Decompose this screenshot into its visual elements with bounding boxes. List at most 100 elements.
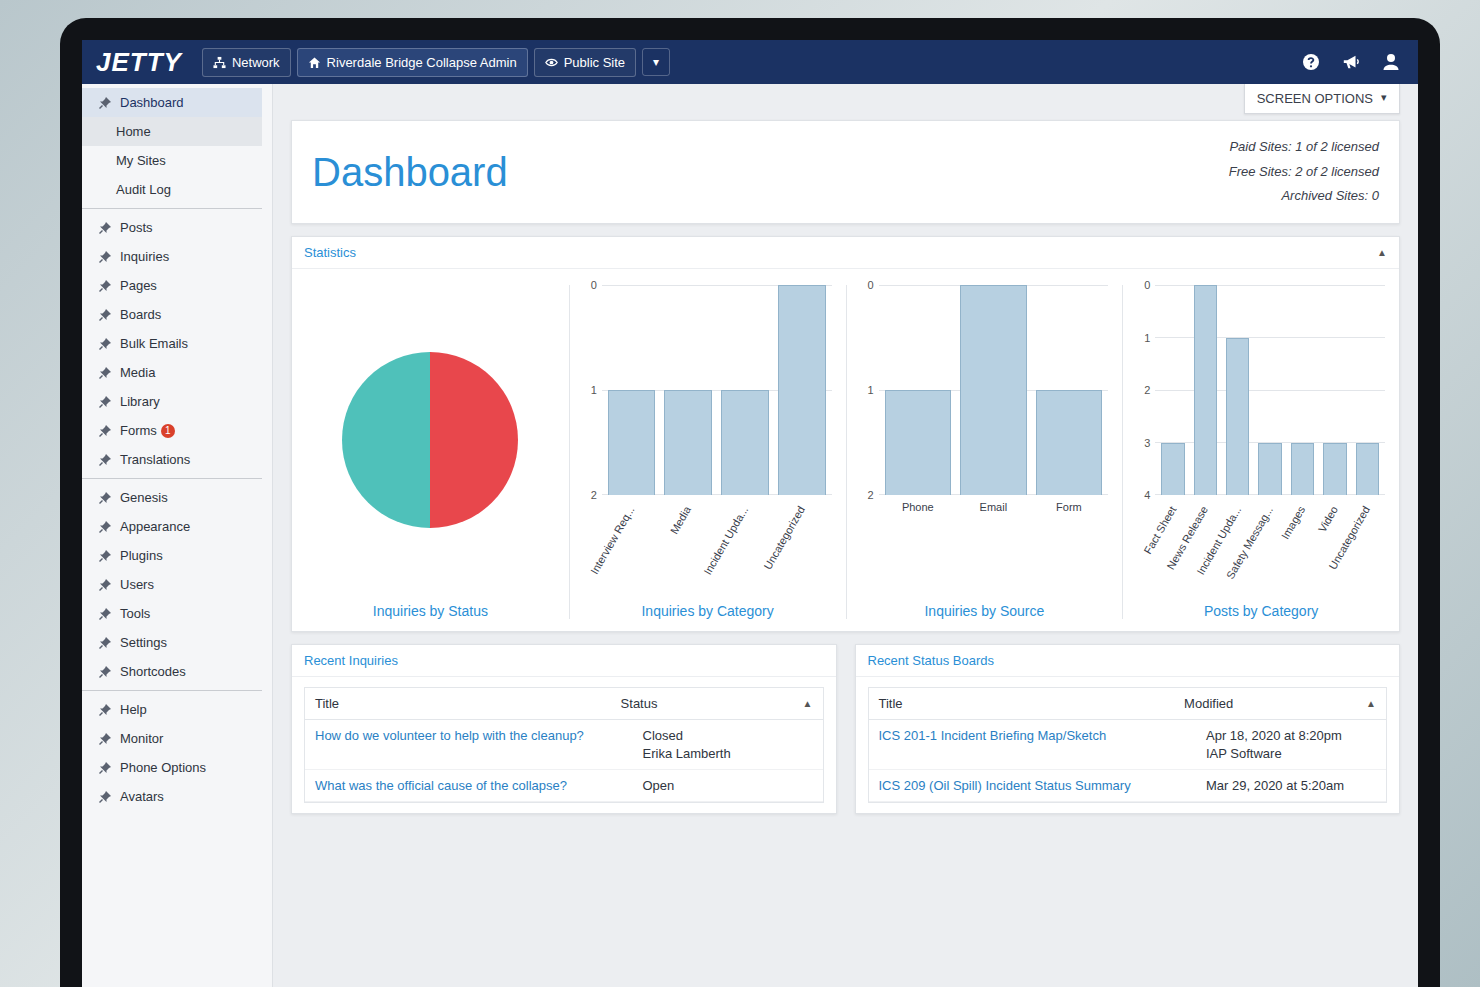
gridline (1155, 285, 1385, 286)
license-line: Paid Sites: 1 of 2 licensed (1229, 135, 1379, 160)
sidebar-item[interactable]: Forms1 (82, 416, 262, 445)
photo-background: JETTY NetworkRiverdale Bridge Collapse Ad… (0, 0, 1480, 987)
sidebar-item[interactable]: Translations (82, 445, 262, 474)
y-axis: 210 (584, 285, 602, 495)
chart-title: Inquiries by Status (373, 595, 488, 619)
pin-icon (98, 607, 112, 621)
bar-chart: 210 Interview Req... Media Incident Upda...… (584, 285, 832, 595)
collapse-button[interactable]: ▲ (1366, 698, 1376, 709)
y-axis: 43210 (1137, 285, 1155, 495)
inquiry-link[interactable]: What was the official cause of the colla… (315, 778, 631, 793)
bar[interactable] (1323, 443, 1346, 496)
table-header: TitleModified▲ (869, 688, 1387, 720)
table-row[interactable]: ICS 209 (Oil Spill) Incident Status Summ… (869, 770, 1387, 802)
x-label: Incident Upda... (701, 504, 750, 577)
recent-inquiries-panel: Recent InquiriesTitleStatus▲How do we vo… (291, 644, 837, 814)
sidebar-item[interactable]: Pages (82, 271, 262, 300)
pie-slice[interactable] (430, 352, 518, 528)
table-row[interactable]: ICS 201-1 Incident Briefing Map/SketchAp… (869, 720, 1387, 770)
bar[interactable] (1226, 338, 1249, 496)
bottom-panels: Recent InquiriesTitleStatus▲How do we vo… (291, 644, 1400, 814)
pin-icon (98, 221, 112, 235)
x-label: Interview Req... (588, 504, 637, 576)
table-row[interactable]: How do we volunteer to help with the cle… (305, 720, 823, 770)
inquiry-link[interactable]: How do we volunteer to help with the cle… (315, 728, 631, 743)
table-row[interactable]: What was the official cause of the colla… (305, 770, 823, 802)
pin-icon (98, 308, 112, 322)
plot-area (879, 285, 1109, 495)
sidebar-item[interactable]: My Sites (82, 146, 262, 175)
sidebar-item[interactable]: Monitor (82, 724, 262, 753)
license-line: Free Sites: 2 of 2 licensed (1229, 160, 1379, 185)
sidebar-item[interactable]: Tools (82, 599, 262, 628)
top-link[interactable]: Public Site (534, 48, 636, 77)
collapse-button[interactable]: ▲ (803, 698, 813, 709)
sidebar-item[interactable]: Genesis (82, 483, 262, 512)
page-title: Dashboard (312, 150, 508, 195)
sidebar-item[interactable]: Avatars (82, 782, 262, 811)
x-label: Media (668, 504, 693, 536)
sidebar-item[interactable]: Media (82, 358, 262, 387)
sidebar-item[interactable]: Inquiries (82, 242, 262, 271)
bar[interactable] (721, 390, 769, 495)
sidebar-item[interactable]: Plugins (82, 541, 262, 570)
sidebar-item[interactable]: Home (82, 117, 262, 146)
board-link[interactable]: ICS 201-1 Incident Briefing Map/Sketch (879, 728, 1195, 743)
bar[interactable] (1036, 390, 1103, 495)
sidebar-item[interactable]: Posts (82, 213, 262, 242)
pin-icon (98, 96, 112, 110)
bar[interactable] (1356, 443, 1379, 496)
sidebar-item[interactable]: Bulk Emails (82, 329, 262, 358)
sidebar-item[interactable]: Audit Log (82, 175, 262, 204)
sidebar-group: GenesisAppearancePluginsUsersToolsSettin… (82, 483, 262, 691)
x-axis: Interview Req...MediaIncident Upda...Unc… (602, 495, 832, 595)
sitemap-icon (213, 56, 226, 69)
pin-icon (98, 250, 112, 264)
bar[interactable] (1161, 443, 1184, 496)
bar[interactable] (885, 390, 952, 495)
sidebar-item[interactable]: Users (82, 570, 262, 599)
plot-area (1155, 285, 1385, 495)
logo[interactable]: JETTY (96, 47, 188, 78)
pin-icon (98, 491, 112, 505)
screen-options-button[interactable]: SCREEN OPTIONS▾ (1244, 84, 1400, 114)
help-icon[interactable] (1302, 53, 1320, 71)
bar[interactable] (664, 390, 712, 495)
pin-icon (98, 578, 112, 592)
license-line: Archived Sites: 0 (1229, 184, 1379, 209)
top-link[interactable]: Network (202, 48, 291, 77)
app-body: DashboardHomeMy SitesAudit LogPostsInqui… (82, 84, 1418, 987)
top-link[interactable]: Riverdale Bridge Collapse Admin (297, 48, 528, 77)
sidebar-item[interactable]: Shortcodes (82, 657, 262, 686)
bar[interactable] (608, 390, 656, 495)
board-link[interactable]: ICS 209 (Oil Spill) Incident Status Summ… (879, 778, 1195, 793)
bar[interactable] (1194, 285, 1217, 495)
main-content: SCREEN OPTIONS▾ Dashboard Paid Sites: 1 of… (273, 84, 1418, 987)
statistics-panel: Statistics▲Inquiries by Status210Intervi… (291, 236, 1400, 632)
chart: 43210Fact SheetNews ReleaseIncident Upda… (1122, 285, 1399, 619)
pin-icon (98, 366, 112, 380)
sidebar-group: DashboardHomeMy SitesAudit Log (82, 88, 262, 209)
sidebar-item[interactable]: Settings (82, 628, 262, 657)
bar[interactable] (778, 285, 826, 495)
pin-icon (98, 453, 112, 467)
sidebar-item[interactable]: Phone Options (82, 753, 262, 782)
laptop-bezel: JETTY NetworkRiverdale Bridge Collapse Ad… (60, 18, 1440, 987)
megaphone-icon[interactable] (1342, 53, 1360, 71)
bar[interactable] (1258, 443, 1281, 496)
sidebar-item[interactable]: Library (82, 387, 262, 416)
sidebar-item[interactable]: Help (82, 695, 262, 724)
collapse-button[interactable]: ▲ (1377, 247, 1387, 258)
x-label: Uncategorized (761, 504, 807, 571)
sidebar-item[interactable]: Boards (82, 300, 262, 329)
user-icon[interactable] (1382, 53, 1400, 71)
pin-icon (98, 424, 112, 438)
top-icons (1302, 53, 1400, 71)
sidebar-item[interactable]: Appearance (82, 512, 262, 541)
bar[interactable] (960, 285, 1027, 495)
bar[interactable] (1291, 443, 1314, 496)
pin-icon (98, 395, 112, 409)
pie-slice[interactable] (342, 352, 430, 528)
sites-dropdown[interactable]: ▾ (642, 48, 670, 76)
sidebar-item[interactable]: Dashboard (82, 88, 262, 117)
